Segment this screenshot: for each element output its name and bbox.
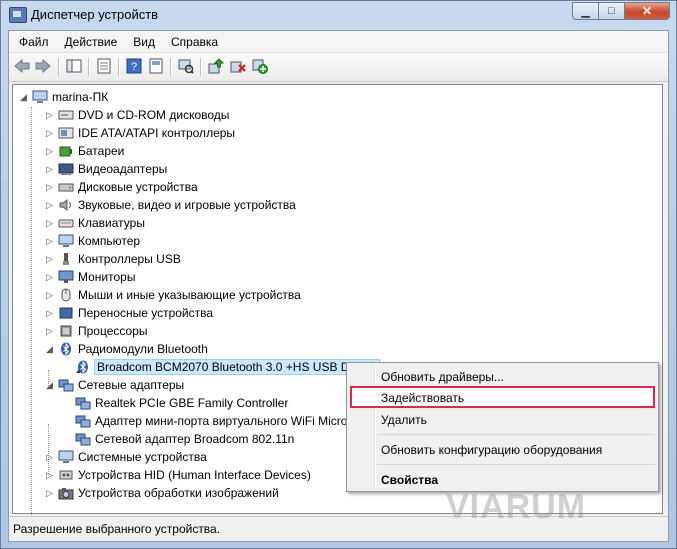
tree-category[interactable]: ▷ Видеоадаптеры bbox=[45, 160, 167, 178]
status-text: Разрешение выбранного устройства. bbox=[13, 522, 221, 536]
expand-icon[interactable]: ▷ bbox=[45, 254, 54, 264]
toolbar: ? bbox=[9, 53, 668, 82]
portable-device-icon bbox=[58, 305, 74, 321]
tree-category[interactable]: ▷ Мониторы bbox=[45, 268, 135, 286]
update-driver-icon[interactable] bbox=[207, 57, 225, 75]
expand-icon[interactable]: ▷ bbox=[45, 308, 54, 318]
monitor-icon bbox=[58, 269, 74, 285]
tree-category[interactable]: ▷ Батареи bbox=[45, 142, 124, 160]
tree-category[interactable]: ▷ Дисковые устройства bbox=[45, 178, 198, 196]
collapse-icon[interactable]: ◢ bbox=[45, 344, 54, 354]
mouse-icon bbox=[58, 287, 74, 303]
back-icon[interactable] bbox=[13, 57, 31, 75]
tree-category[interactable]: ▷ Устройства обработки изображений bbox=[45, 484, 279, 502]
menu-help[interactable]: Справка bbox=[165, 35, 224, 49]
close-button[interactable]: ✕ bbox=[625, 2, 670, 20]
device-manager-app-icon bbox=[9, 7, 27, 23]
device-manager-window: Диспетчер устройств ▁ □ ✕ Файл Действие … bbox=[0, 0, 677, 549]
maximize-button[interactable]: □ bbox=[599, 2, 625, 20]
battery-icon bbox=[58, 143, 74, 159]
minimize-button[interactable]: ▁ bbox=[572, 2, 599, 20]
expand-icon[interactable]: ▷ bbox=[45, 272, 54, 282]
bluetooth-icon bbox=[58, 341, 74, 357]
usb-icon bbox=[58, 251, 74, 267]
tree-category[interactable]: ▷ Процессоры bbox=[45, 322, 147, 340]
expand-icon[interactable]: ▷ bbox=[45, 164, 54, 174]
disk-drive-icon bbox=[58, 179, 74, 195]
network-adapter-icon bbox=[75, 413, 91, 429]
menu-bar: Файл Действие Вид Справка bbox=[9, 31, 668, 53]
ide-controller-icon bbox=[58, 125, 74, 141]
tree-category[interactable]: ▷ Клавиатуры bbox=[45, 214, 145, 232]
keyboard-icon bbox=[58, 215, 74, 231]
console-tree-icon[interactable] bbox=[65, 57, 83, 75]
network-adapter-icon bbox=[75, 395, 91, 411]
expand-icon[interactable]: ▷ bbox=[45, 452, 54, 462]
menu-action[interactable]: Действие bbox=[59, 35, 124, 49]
watermark-logo: VIARUM bbox=[446, 488, 587, 526]
expand-icon[interactable]: ▷ bbox=[45, 236, 54, 246]
menu-enable[interactable]: Задействовать bbox=[381, 388, 464, 408]
imaging-device-icon bbox=[58, 485, 74, 501]
tree-category[interactable]: ▷ Системные устройства bbox=[45, 448, 207, 466]
tree-device[interactable]: Realtek PCIe GBE Family Controller bbox=[75, 394, 288, 412]
expand-icon[interactable]: ▷ bbox=[45, 110, 54, 120]
tree-category[interactable]: ▷ Мыши и иные указывающие устройства bbox=[45, 286, 301, 304]
dvd-drive-icon bbox=[58, 107, 74, 123]
tree-device[interactable]: Адаптер мини-порта виртуального WiFi Mic… bbox=[75, 412, 347, 430]
uninstall-icon[interactable] bbox=[229, 57, 247, 75]
network-adapter-icon bbox=[58, 377, 74, 393]
expand-icon[interactable]: ▷ bbox=[45, 200, 54, 210]
forward-icon[interactable] bbox=[34, 57, 52, 75]
window-title: Диспетчер устройств bbox=[31, 7, 159, 22]
expand-icon[interactable]: ▷ bbox=[45, 218, 54, 228]
tree-category[interactable]: ▷ IDE ATA/ATAPI контроллеры bbox=[45, 124, 235, 142]
scan-hardware-icon[interactable] bbox=[177, 57, 195, 75]
menu-uninstall[interactable]: Удалить bbox=[381, 410, 427, 430]
hid-icon bbox=[58, 467, 74, 483]
network-adapter-icon bbox=[75, 431, 91, 447]
tree-category[interactable]: ◢ Радиомодули Bluetooth bbox=[45, 340, 208, 358]
expand-icon[interactable]: ▷ bbox=[45, 470, 54, 480]
collapse-icon[interactable]: ◢ bbox=[45, 380, 54, 390]
menu-update-drivers[interactable]: Обновить драйверы... bbox=[381, 367, 504, 387]
tree-device-selected[interactable]: Broadcom BCM2070 Bluetooth 3.0 +HS USB D… bbox=[75, 358, 381, 376]
expand-icon[interactable]: ▷ bbox=[45, 128, 54, 138]
expand-icon[interactable]: ▷ bbox=[45, 326, 54, 336]
sound-icon bbox=[58, 197, 74, 213]
tree-device[interactable]: Сетевой адаптер Broadcom 802.11n bbox=[75, 430, 294, 448]
menu-scan-hardware[interactable]: Обновить конфигурацию оборудования bbox=[381, 440, 602, 460]
expand-icon[interactable]: ▷ bbox=[45, 182, 54, 192]
computer-icon bbox=[58, 233, 74, 249]
show-hide-icon[interactable] bbox=[147, 57, 165, 75]
title-bar[interactable]: Диспетчер устройств ▁ □ ✕ bbox=[1, 1, 676, 29]
tree-category[interactable]: ◢ Сетевые адаптеры bbox=[45, 376, 184, 394]
expand-icon[interactable]: ▷ bbox=[45, 146, 54, 156]
menu-properties[interactable]: Свойства bbox=[381, 470, 438, 490]
tree-root[interactable]: ◢ marina-ПК bbox=[19, 88, 108, 106]
menu-file[interactable]: Файл bbox=[13, 35, 55, 49]
system-device-icon bbox=[58, 449, 74, 465]
display-adapter-icon bbox=[58, 161, 74, 177]
context-menu: Обновить драйверы... Задействовать Удали… bbox=[346, 362, 659, 492]
computer-icon bbox=[32, 89, 48, 105]
tree-category[interactable]: ▷ Переносные устройства bbox=[45, 304, 213, 322]
menu-view[interactable]: Вид bbox=[127, 35, 161, 49]
processor-icon bbox=[58, 323, 74, 339]
enable-icon[interactable] bbox=[251, 57, 269, 75]
properties-icon[interactable] bbox=[95, 57, 113, 75]
expand-icon[interactable]: ▷ bbox=[45, 488, 54, 498]
tree-category[interactable]: ▷ Контроллеры USB bbox=[45, 250, 181, 268]
collapse-icon[interactable]: ◢ bbox=[19, 92, 28, 102]
tree-category[interactable]: ▷ Звуковые, видео и игровые устройства bbox=[45, 196, 296, 214]
tree-category[interactable]: ▷ Компьютер bbox=[45, 232, 140, 250]
expand-icon[interactable]: ▷ bbox=[45, 290, 54, 300]
tree-category[interactable]: ▷ DVD и CD-ROM дисководы bbox=[45, 106, 229, 124]
tree-category[interactable]: ▷ Устройства HID (Human Interface Devices… bbox=[45, 466, 311, 484]
help-icon[interactable]: ? bbox=[125, 57, 143, 75]
svg-text:?: ? bbox=[131, 61, 137, 73]
bluetooth-device-icon bbox=[75, 359, 91, 375]
